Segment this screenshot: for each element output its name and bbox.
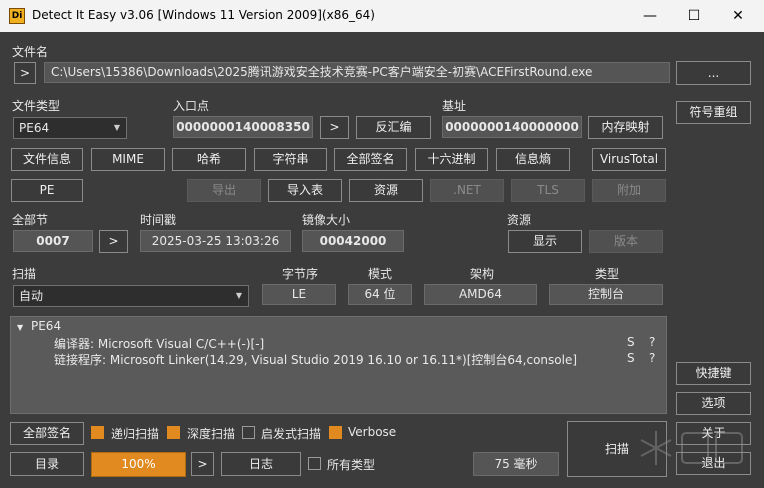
byte-order-label: 字节序 [282,267,319,281]
progress-go-button[interactable]: > [191,452,214,476]
file-history-button[interactable]: > [14,62,36,84]
chevron-down-icon: ▼ [113,123,120,132]
resources-label: 资源 [507,213,532,227]
heuristic-scan-checkbox[interactable] [242,426,255,439]
compiler-signature-link[interactable]: S [627,335,635,349]
watermark-snowflake-icon [640,431,743,465]
sections-value[interactable]: 0007 [13,230,93,252]
virustotal-button[interactable]: VirusTotal [592,148,666,171]
maximize-button[interactable]: ☐ [672,0,716,32]
linker-result[interactable]: 链接程序: Microsoft Linker(14.29, Visual Stu… [54,351,577,368]
sections-go-button[interactable]: > [99,230,128,253]
all-signatures-button[interactable]: 全部签名 [10,422,84,445]
compiler-result[interactable]: 编译器: Microsoft Visual C/C++(-)[-] [54,335,264,352]
arch-value: AMD64 [424,284,537,305]
log-button[interactable]: 日志 [221,452,301,476]
tree-root[interactable]: ▼ PE64 [17,319,61,333]
all-types-label: 所有类型 [327,458,376,472]
heuristic-scan-label: 启发式扫描 [261,427,322,441]
base-address-label: 基址 [442,99,467,113]
scan-progress-bar: 100% [91,452,186,477]
file-type-select[interactable]: PE64 ▼ [13,117,127,139]
browse-button[interactable]: ... [676,61,751,85]
entry-point-value[interactable]: 0000000140008350 [173,116,313,138]
strings-button[interactable]: 字符串 [254,148,327,171]
recursive-scan-label: 递归扫描 [111,427,160,441]
options-button[interactable]: 选项 [676,392,751,415]
signatures-button[interactable]: 全部签名 [334,148,407,171]
base-address-value[interactable]: 0000000140000000 [442,116,582,138]
scan-time-value: 75 毫秒 [473,452,559,476]
title-bar: Di Detect It Easy v3.06 [Windows 11 Vers… [0,0,764,32]
minimize-button[interactable]: — [628,0,672,32]
shortcuts-button[interactable]: 快捷键 [676,362,751,385]
memory-map-button[interactable]: 内存映射 [588,116,663,139]
deep-scan-label: 深度扫描 [187,427,236,441]
byte-order-value: LE [262,284,336,305]
type-value: 控制台 [549,284,663,305]
entry-point-go-button[interactable]: > [320,116,349,139]
entropy-button[interactable]: 信息熵 [496,148,570,171]
tree-expand-icon[interactable]: ▼ [17,323,23,332]
tls-button[interactable]: TLS [511,179,585,202]
file-info-button[interactable]: 文件信息 [11,148,83,171]
import-button[interactable]: 导入表 [268,179,342,202]
chevron-down-icon: ▼ [235,291,242,300]
arch-label: 架构 [470,267,495,281]
scan-mode-select[interactable]: 自动 ▼ [13,285,249,307]
resource-button[interactable]: 资源 [349,179,423,202]
linker-signature-link[interactable]: S [627,351,635,365]
app-icon: Di [9,8,25,24]
type-label: 类型 [595,267,620,281]
image-size-value[interactable]: 00042000 [302,230,404,252]
scan-label: 扫描 [12,267,37,281]
resources-show-button[interactable]: 显示 [508,230,582,253]
file-name-label: 文件名 [12,45,49,59]
hex-button[interactable]: 十六进制 [415,148,488,171]
export-button[interactable]: 导出 [187,179,261,202]
entry-point-label: 入口点 [173,99,210,113]
image-size-label: 镜像大小 [302,213,351,227]
all-types-checkbox[interactable] [308,457,321,470]
mime-button[interactable]: MIME [91,148,165,171]
disassemble-button[interactable]: 反汇编 [356,116,431,139]
mode-value: 64 位 [348,284,412,305]
overlay-button[interactable]: 附加 [592,179,666,202]
close-button[interactable]: ✕ [716,0,760,32]
directory-button[interactable]: 目录 [10,452,84,476]
timestamp-value[interactable]: 2025-03-25 13:03:26 [140,230,291,252]
deep-scan-checkbox[interactable] [167,426,180,439]
file-type-value: PE64 [19,121,50,135]
recursive-scan-checkbox[interactable] [91,426,104,439]
scan-mode-value: 自动 [19,289,44,303]
net-button[interactable]: .NET [430,179,504,202]
timestamp-label: 时间戳 [140,213,177,227]
resources-version-button[interactable]: 版本 [589,230,663,253]
compiler-info-link[interactable]: ? [649,335,655,349]
mode-label: 模式 [368,267,393,281]
file-type-label: 文件类型 [12,99,61,113]
scan-results-tree[interactable]: ▼ PE64 编译器: Microsoft Visual C/C++(-)[-]… [10,316,667,414]
verbose-label: Verbose [348,425,397,439]
pe-button[interactable]: PE [11,179,83,202]
linker-info-link[interactable]: ? [649,351,655,365]
verbose-checkbox[interactable] [329,426,342,439]
file-path-input[interactable]: C:\Users\15386\Downloads\2025腾讯游戏安全技术竞赛-… [44,62,670,83]
sections-label: 全部节 [12,213,49,227]
symbol-demangle-button[interactable]: 符号重组 [676,101,751,124]
tree-root-label: PE64 [30,319,62,333]
hash-button[interactable]: 哈希 [172,148,246,171]
window-title: Detect It Easy v3.06 [Windows 11 Version… [32,8,375,22]
